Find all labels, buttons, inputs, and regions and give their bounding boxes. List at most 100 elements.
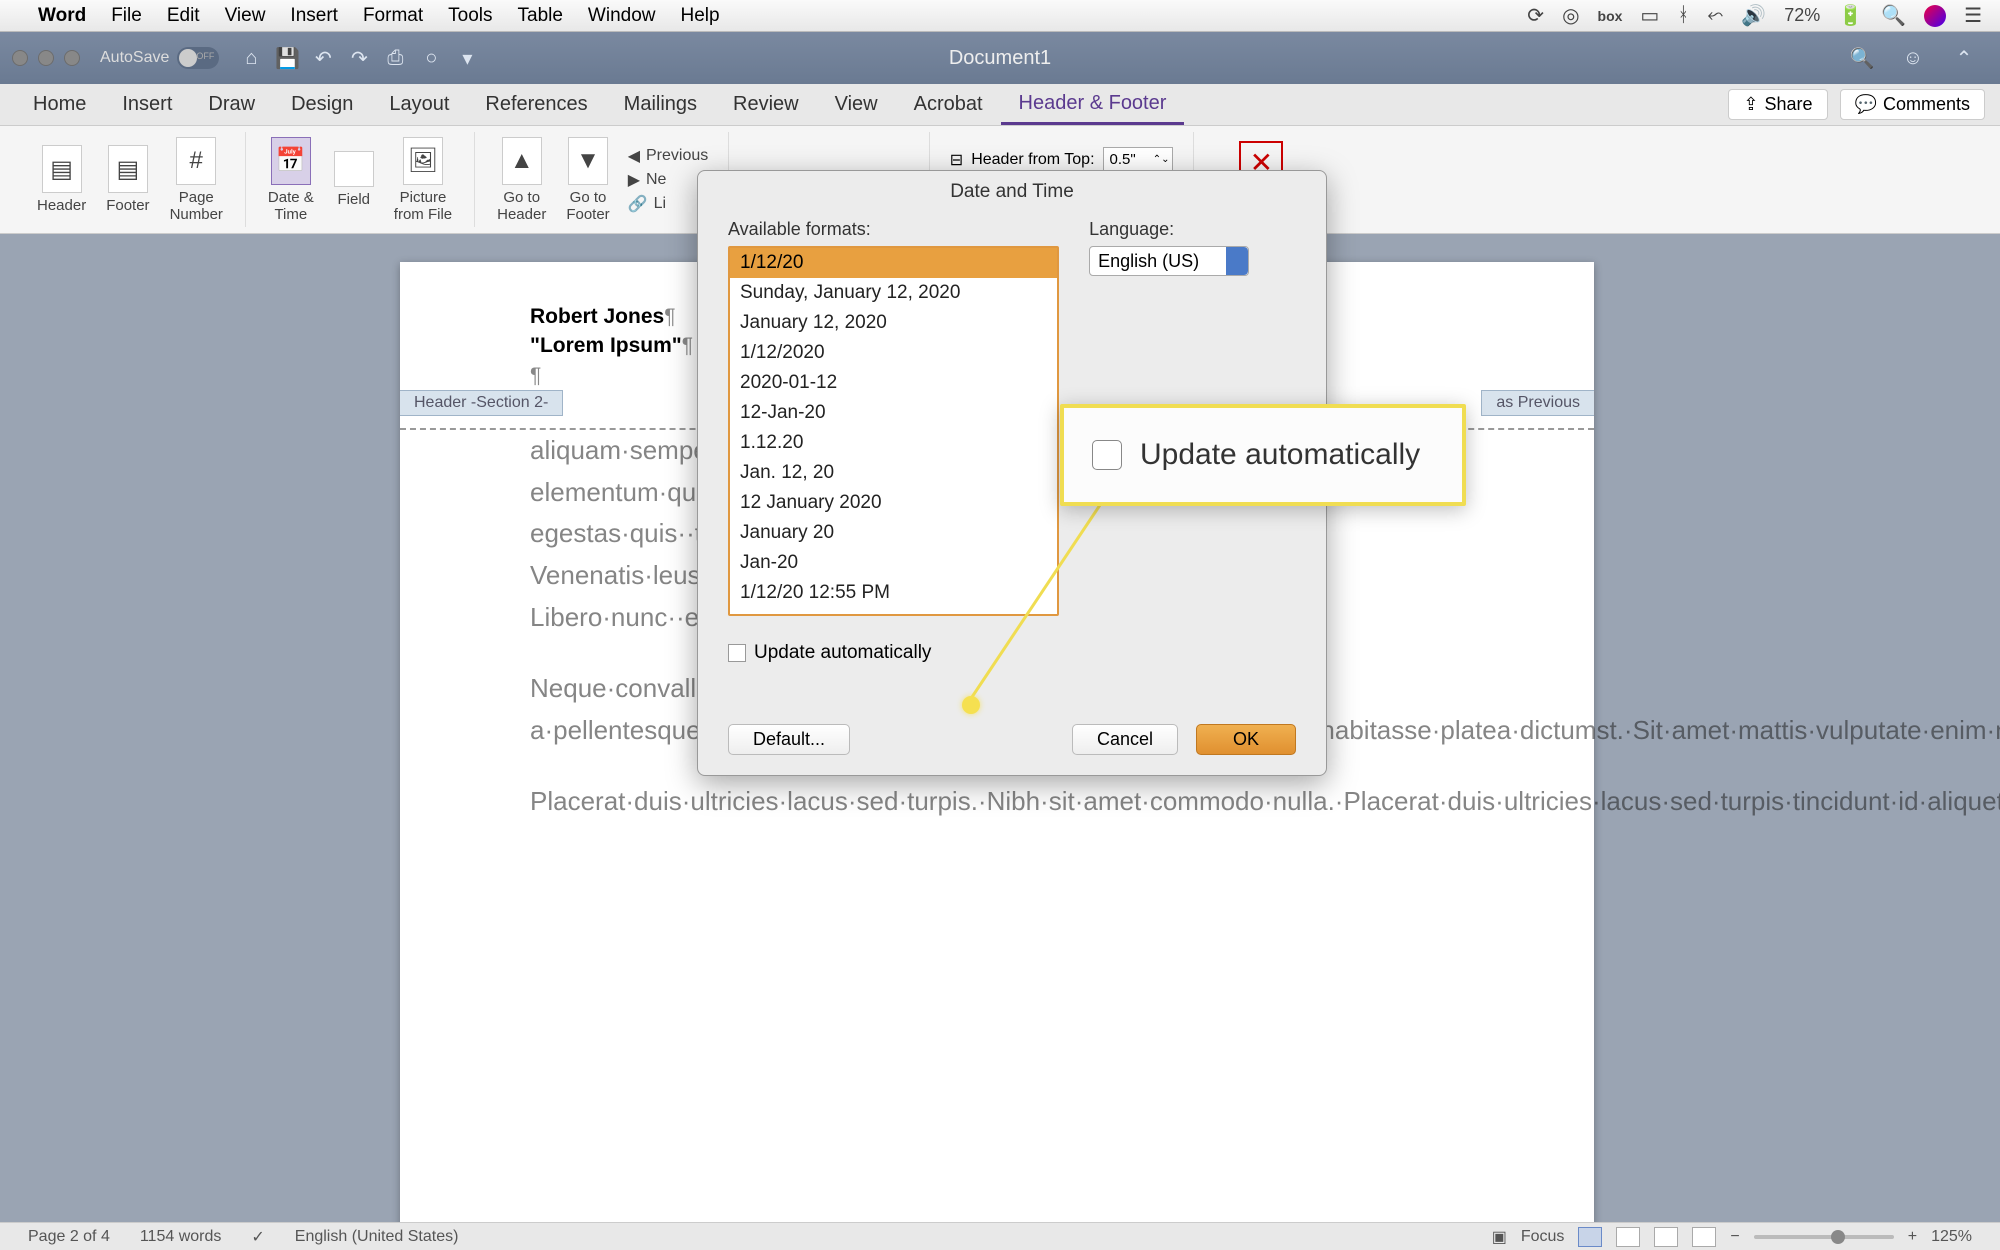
footer-icon: ▤	[108, 145, 148, 193]
spotlight-icon[interactable]: 🔍	[1881, 3, 1906, 28]
tab-draw[interactable]: Draw	[190, 84, 273, 125]
format-list[interactable]: 1/12/20 Sunday, January 12, 2020 January…	[728, 246, 1059, 616]
zoom-slider[interactable]	[1754, 1235, 1894, 1239]
format-item-6[interactable]: 1.12.20	[730, 428, 1057, 458]
tab-insert[interactable]: Insert	[104, 84, 190, 125]
cancel-button[interactable]: Cancel	[1072, 724, 1178, 755]
previous-button[interactable]: ◀Previous	[628, 146, 709, 166]
spellcheck-icon[interactable]: ✓	[251, 1227, 264, 1247]
tab-references[interactable]: References	[467, 84, 605, 125]
format-item-1[interactable]: Sunday, January 12, 2020	[730, 278, 1057, 308]
goto-footer-button[interactable]: ▼Go to Footer	[556, 132, 619, 227]
header-subtitle[interactable]: "Lorem Ipsum"	[530, 334, 682, 357]
format-item-8[interactable]: 12 January 2020	[730, 488, 1057, 518]
share-button[interactable]: ⇪Share	[1728, 89, 1827, 120]
format-item-5[interactable]: 12-Jan-20	[730, 398, 1057, 428]
bluetooth-icon[interactable]: ᚼ	[1677, 4, 1689, 27]
zoom-in-button[interactable]: +	[1908, 1228, 1917, 1246]
search-icon[interactable]: 🔍	[1850, 46, 1874, 70]
minimize-window-button[interactable]	[38, 50, 54, 66]
tab-review[interactable]: Review	[715, 84, 817, 125]
tab-home[interactable]: Home	[15, 84, 104, 125]
menu-insert[interactable]: Insert	[290, 5, 338, 27]
menu-format[interactable]: Format	[363, 5, 423, 27]
wifi-icon[interactable]: ⬿	[1707, 4, 1723, 27]
update-automatically-checkbox[interactable]	[728, 644, 746, 662]
focus-icon[interactable]: ▣	[1492, 1227, 1507, 1247]
format-item-3[interactable]: 1/12/2020	[730, 338, 1057, 368]
header-button[interactable]: ▤Header	[27, 132, 96, 227]
goto-header-button[interactable]: ▲Go to Header	[487, 132, 556, 227]
tab-view[interactable]: View	[817, 84, 896, 125]
box-icon[interactable]: box	[1598, 8, 1623, 24]
notification-center-icon[interactable]: ☰	[1964, 3, 1982, 28]
menu-view[interactable]: View	[225, 5, 266, 27]
language-indicator[interactable]: English (United States)	[295, 1228, 459, 1246]
page-indicator[interactable]: Page 2 of 4	[28, 1228, 110, 1246]
sync-icon[interactable]: ⟳	[1527, 3, 1544, 28]
picture-button[interactable]: 🖼Picture from File	[384, 132, 462, 227]
dialog-title: Date and Time	[698, 171, 1326, 209]
menu-window[interactable]: Window	[588, 5, 656, 27]
display-icon[interactable]: ▭	[1640, 3, 1659, 28]
format-item-7[interactable]: Jan. 12, 20	[730, 458, 1057, 488]
ribbon-collapse-icon[interactable]: ⌃	[1952, 46, 1976, 70]
feedback-icon[interactable]: ☺	[1901, 46, 1925, 70]
default-button[interactable]: Default...	[728, 724, 850, 755]
language-select[interactable]: English (US)	[1089, 246, 1249, 276]
print-icon[interactable]: ⎙	[383, 46, 407, 70]
outline-view-button[interactable]	[1654, 1227, 1678, 1247]
close-window-button[interactable]	[12, 50, 28, 66]
siri-icon[interactable]	[1924, 5, 1946, 27]
comments-button[interactable]: 💬Comments	[1840, 89, 1985, 120]
format-item-10[interactable]: Jan-20	[730, 548, 1057, 578]
format-item-9[interactable]: January 20	[730, 518, 1057, 548]
format-item-11[interactable]: 1/12/20 12:55 PM	[730, 578, 1057, 608]
menu-file[interactable]: File	[111, 5, 142, 27]
format-item-4[interactable]: 2020-01-12	[730, 368, 1057, 398]
tab-acrobat[interactable]: Acrobat	[896, 84, 1001, 125]
focus-label[interactable]: Focus	[1521, 1228, 1565, 1246]
battery-percent: 72%	[1784, 5, 1820, 26]
cloud-icon[interactable]: ◎	[1562, 3, 1579, 28]
menu-tools[interactable]: Tools	[448, 5, 492, 27]
format-item-0[interactable]: 1/12/20	[730, 248, 1057, 278]
draft-view-button[interactable]	[1692, 1227, 1716, 1247]
battery-icon[interactable]: 🔋	[1838, 3, 1863, 28]
save-icon[interactable]: 💾	[275, 46, 299, 70]
print-layout-view-button[interactable]	[1578, 1227, 1602, 1247]
word-count[interactable]: 1154 words	[140, 1228, 222, 1246]
format-item-12[interactable]: 1/12/20 12:55:24 PM	[730, 608, 1057, 616]
zoom-percent[interactable]: 125%	[1931, 1228, 1972, 1246]
undo-icon[interactable]: ↶	[311, 46, 335, 70]
page-number-button[interactable]: #Page Number	[160, 132, 233, 227]
zoom-out-button[interactable]: −	[1730, 1228, 1739, 1246]
menu-help[interactable]: Help	[681, 5, 720, 27]
tab-header-footer[interactable]: Header & Footer	[1001, 84, 1185, 125]
app-name[interactable]: Word	[38, 5, 86, 27]
tab-design[interactable]: Design	[273, 84, 371, 125]
customize-icon[interactable]: ▾	[455, 46, 479, 70]
field-button[interactable]: Field	[324, 132, 384, 227]
callout-checkbox-icon	[1092, 440, 1122, 470]
tab-mailings[interactable]: Mailings	[606, 84, 715, 125]
comment-icon: 💬	[1855, 94, 1877, 115]
tab-layout[interactable]: Layout	[371, 84, 467, 125]
callout-dot-icon	[962, 696, 980, 714]
date-time-button[interactable]: 📅Date & Time	[258, 132, 324, 227]
web-layout-view-button[interactable]	[1616, 1227, 1640, 1247]
menu-edit[interactable]: Edit	[167, 5, 200, 27]
format-item-2[interactable]: January 12, 2020	[730, 308, 1057, 338]
zoom-window-button[interactable]	[64, 50, 80, 66]
ok-button[interactable]: OK	[1196, 724, 1296, 755]
header-top-spinner[interactable]: 0.5"	[1103, 147, 1173, 173]
shape-icon[interactable]: ○	[419, 46, 443, 70]
redo-icon[interactable]: ↷	[347, 46, 371, 70]
menu-table[interactable]: Table	[518, 5, 563, 27]
header-name[interactable]: Robert Jones	[530, 305, 664, 328]
goto-footer-icon: ▼	[568, 137, 608, 185]
volume-icon[interactable]: 🔊	[1741, 3, 1766, 28]
footer-button[interactable]: ▤Footer	[96, 132, 159, 227]
autosave-toggle[interactable]: OFF	[177, 47, 219, 69]
home-icon[interactable]: ⌂	[239, 46, 263, 70]
